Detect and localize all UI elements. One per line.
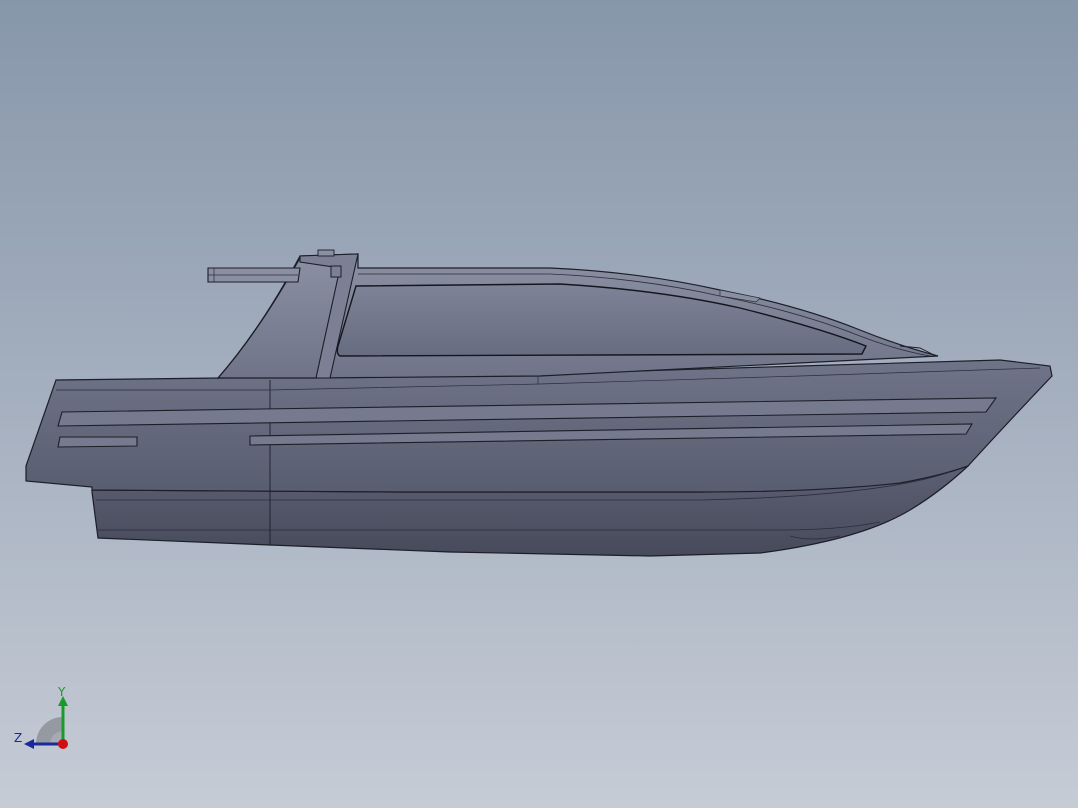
graphics-viewport[interactable]: Y Z bbox=[0, 0, 1078, 808]
cabin-window[interactable] bbox=[336, 283, 867, 357]
boat-model[interactable] bbox=[0, 0, 1078, 808]
z-axis-label: Z bbox=[14, 731, 23, 745]
x-axis-dot-icon bbox=[58, 739, 68, 749]
lower-strake-aft bbox=[57, 436, 138, 448]
arch-cap bbox=[317, 249, 335, 257]
z-axis-arrow-icon bbox=[24, 739, 34, 749]
view-orientation-triad[interactable]: Y Z bbox=[10, 684, 80, 754]
y-axis-label: Y bbox=[58, 685, 66, 699]
arch-light bbox=[330, 265, 342, 278]
